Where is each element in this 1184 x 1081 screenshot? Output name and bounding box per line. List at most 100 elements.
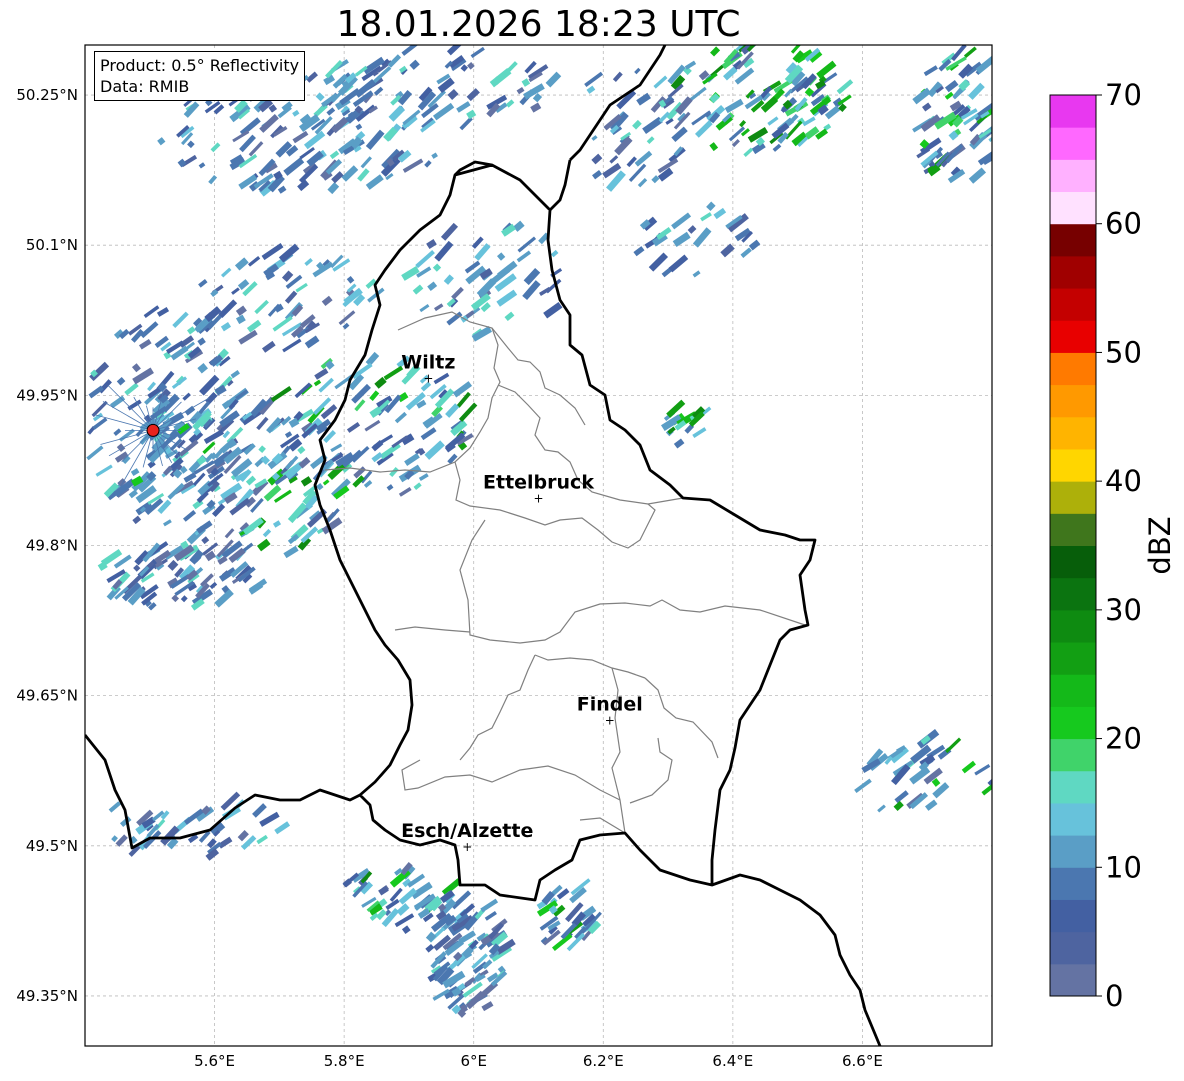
gridlines bbox=[85, 45, 992, 1046]
colorbar-swatch bbox=[1050, 642, 1096, 675]
echo-streak bbox=[177, 158, 187, 168]
echo-streak bbox=[480, 898, 499, 913]
echo-streak bbox=[383, 365, 404, 381]
echo-streak bbox=[282, 338, 302, 353]
echo-streak bbox=[609, 155, 619, 164]
echo-streak bbox=[612, 71, 623, 82]
echo-streak bbox=[637, 178, 648, 188]
lon-tick-label: 6°E bbox=[460, 1052, 487, 1070]
colorbar-swatch bbox=[1050, 609, 1096, 643]
echo-streak bbox=[470, 46, 485, 59]
echo-streak bbox=[944, 91, 954, 100]
lon-tick-label: 5.8°E bbox=[324, 1052, 365, 1070]
echo-streak bbox=[128, 489, 138, 499]
radar-echoes bbox=[86, 45, 992, 1018]
echo-streak bbox=[197, 337, 206, 346]
echo-streak bbox=[127, 399, 142, 411]
echo-streak bbox=[710, 46, 721, 57]
echo-streak bbox=[445, 403, 460, 418]
echo-streak bbox=[171, 594, 180, 603]
lat-tick-label: 49.65°N bbox=[16, 687, 78, 705]
colorbar-tick-label: 40 bbox=[1105, 464, 1142, 498]
echo-streak bbox=[388, 105, 405, 122]
echo-streak bbox=[258, 445, 266, 453]
echo-streak bbox=[550, 249, 559, 258]
echo-streak bbox=[325, 60, 343, 79]
echo-streak bbox=[427, 281, 438, 291]
france-germany-border bbox=[711, 873, 882, 1046]
echo-streak bbox=[262, 528, 272, 538]
echo-streak bbox=[346, 275, 355, 284]
echo-streak bbox=[516, 86, 525, 95]
colorbar-swatch bbox=[1050, 931, 1096, 965]
echo-streak bbox=[419, 303, 430, 313]
echo-streak bbox=[709, 142, 719, 152]
echo-streak bbox=[584, 71, 604, 88]
colorbar-tick-label: 70 bbox=[1105, 78, 1142, 112]
echo-streak bbox=[671, 212, 692, 230]
echo-streak bbox=[434, 240, 454, 262]
echo-streak bbox=[222, 430, 231, 439]
echo-streak bbox=[245, 475, 257, 486]
echo-streak bbox=[248, 141, 264, 157]
echo-streak bbox=[632, 119, 642, 130]
colorbar-swatch bbox=[1050, 191, 1096, 225]
colorbar-tick-label: 50 bbox=[1105, 335, 1142, 369]
echo-streak bbox=[369, 390, 380, 401]
echo-streak bbox=[283, 545, 299, 559]
echo-streak bbox=[426, 239, 437, 249]
echo-streak bbox=[295, 282, 308, 293]
echo-streak bbox=[671, 126, 688, 143]
echo-streak bbox=[138, 338, 152, 350]
echo-streak bbox=[256, 538, 271, 552]
echo-streak bbox=[292, 130, 309, 144]
echo-streak bbox=[294, 382, 312, 399]
echo-streak bbox=[772, 143, 782, 152]
echo-streak bbox=[313, 379, 322, 387]
echo-streak bbox=[108, 801, 122, 813]
echo-streak bbox=[365, 174, 384, 190]
echo-streak bbox=[446, 45, 466, 56]
echo-streak bbox=[424, 440, 445, 460]
echo-streak bbox=[443, 274, 454, 285]
echo-streak bbox=[968, 82, 985, 100]
echo-streak bbox=[504, 311, 515, 322]
echo-streak bbox=[458, 402, 478, 422]
echo-streak bbox=[163, 519, 172, 527]
echo-streak bbox=[111, 835, 118, 843]
data-source-label: Data: RMIB bbox=[100, 77, 190, 96]
echo-streak bbox=[545, 71, 562, 88]
echo-streak bbox=[409, 59, 420, 70]
echo-streak bbox=[220, 322, 232, 332]
echo-streak bbox=[592, 170, 603, 180]
echo-streak bbox=[425, 931, 437, 943]
echo-streak bbox=[183, 472, 197, 483]
colorbar-swatch bbox=[1050, 255, 1096, 289]
echo-streak bbox=[260, 455, 270, 465]
echo-streak bbox=[513, 220, 525, 232]
echo-streak bbox=[634, 67, 641, 75]
northern-border bbox=[549, 159, 572, 211]
belgium-germany-border bbox=[454, 45, 667, 176]
echo-streak bbox=[198, 278, 208, 288]
echo-streak bbox=[923, 65, 938, 77]
colorbar: 0 10 20 30 40 50 60 70 dBZ bbox=[1049, 78, 1177, 1013]
echo-streak bbox=[394, 913, 415, 928]
echo-streak bbox=[451, 890, 472, 910]
city-marker: + bbox=[605, 714, 615, 728]
echo-streak bbox=[433, 372, 450, 385]
echo-streak bbox=[451, 286, 464, 300]
echo-streak bbox=[672, 231, 691, 247]
echo-streak bbox=[292, 109, 300, 117]
city-label: Ettelbruck bbox=[483, 471, 594, 493]
colorbar-swatch bbox=[1050, 577, 1096, 611]
echo-streak bbox=[977, 148, 992, 166]
radar-figure: 5.6°E 5.8°E 6°E 6.2°E 6.4°E 6.6°E 50.25°N 50.1°… bbox=[16, 44, 1177, 1070]
echo-streak bbox=[724, 98, 744, 114]
echo-streak bbox=[131, 363, 141, 373]
echo-streak bbox=[203, 429, 225, 445]
echo-streak bbox=[115, 834, 128, 847]
echo-streak bbox=[252, 803, 267, 818]
colorbar-tick-label: 20 bbox=[1105, 722, 1142, 756]
colorbar-swatch bbox=[1050, 706, 1096, 740]
